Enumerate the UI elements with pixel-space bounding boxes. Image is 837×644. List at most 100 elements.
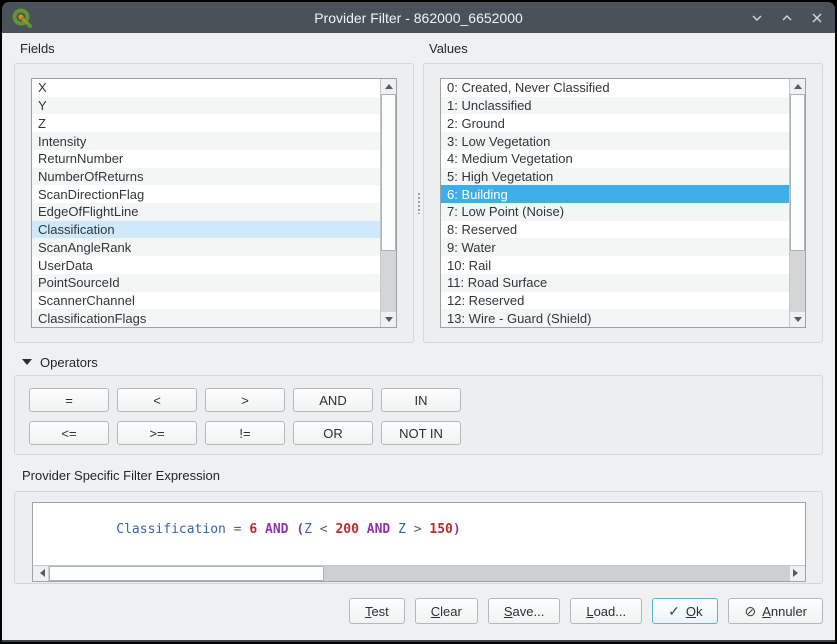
code-token: 200 [335,522,358,537]
fields-label: Fields [20,41,414,59]
splitter-handle[interactable] [414,63,423,343]
maximize-button[interactable] [777,8,797,28]
value-list-item[interactable]: 10: Rail [441,256,790,274]
value-list-item[interactable]: 5: High Vegetation [441,168,790,186]
values-label: Values [429,41,823,59]
values-scrollbar[interactable] [789,79,805,327]
code-token: 150 [429,522,452,537]
code-token: AND [367,522,390,537]
operator-button[interactable]: >= [117,421,197,445]
scrollbar-track[interactable] [790,94,805,312]
operator-button[interactable]: AND [293,388,373,412]
field-list-item[interactable]: Z [32,114,381,132]
field-list-item[interactable]: Y [32,97,381,115]
minimize-button[interactable] [747,8,767,28]
filter-expression-editor[interactable]: Classification = 6 AND (Z < 200 AND Z > … [32,502,806,582]
code-token: 6 [249,522,257,537]
scrollbar-track[interactable] [48,566,790,581]
value-list-item[interactable]: 2: Ground [441,114,790,132]
operator-button[interactable]: > [205,388,285,412]
editor-hscrollbar[interactable] [33,565,805,581]
fields-scrollbar[interactable] [380,79,396,327]
scrollbar-thumb[interactable] [381,94,396,251]
field-list-item[interactable]: ClassificationFlags [32,309,381,327]
clear-button[interactable]: Clear [415,598,478,624]
load-button[interactable]: Load... [570,598,642,624]
field-list-item[interactable]: ReturnNumber [32,150,381,168]
cancel-button[interactable]: ⊘ Annuler [728,598,823,624]
field-list-item[interactable]: X [32,79,381,97]
field-list-item[interactable]: ScannerChannel [32,292,381,310]
scroll-down-button[interactable] [381,312,396,327]
check-icon: ✓ [668,604,680,618]
scroll-right-button[interactable] [790,566,805,580]
value-list-item[interactable]: 12: Reserved [441,292,790,310]
values-list: 0: Created, Never Classified1: Unclassif… [440,78,806,328]
qgis-logo-icon [10,6,34,30]
value-list-item[interactable]: 13: Wire - Guard (Shield) [441,309,790,327]
arrow-up-icon [385,84,393,89]
field-list-item[interactable]: Classification [32,221,381,239]
dialog-body: Fields XYZIntensityReturnNumberNumberOfR… [2,33,835,642]
test-button[interactable]: Test [349,598,405,624]
expression-frame: Classification = 6 AND (Z < 200 AND Z > … [14,491,823,584]
expression-label: Provider Specific Filter Expression [22,468,272,486]
operator-button[interactable]: OR [293,421,373,445]
fields-groupbox: XYZIntensityReturnNumberNumberOfReturnsS… [14,63,414,343]
value-list-item[interactable]: 9: Water [441,238,790,256]
field-list-item[interactable]: NumberOfReturns [32,168,381,186]
scrollbar-thumb[interactable] [790,94,805,251]
operators-frame: = < > AND IN <= >= != OR NOT IN [14,375,823,455]
save-button[interactable]: Save... [488,598,560,624]
close-button[interactable] [807,8,827,28]
window-title: Provider Filter - 862000_6652000 [2,10,835,26]
code-token: Z [304,522,312,537]
code-token: ) [453,522,461,537]
fields-list: XYZIntensityReturnNumberNumberOfReturnsS… [31,78,397,328]
scroll-down-button[interactable] [790,312,805,327]
values-groupbox: 0: Created, Never Classified1: Unclassif… [423,63,823,343]
value-list-item[interactable]: 6: Building [441,185,790,203]
code-token: = [226,522,249,537]
arrow-up-icon [794,84,802,89]
scroll-left-button[interactable] [33,566,48,580]
field-list-item[interactable]: EdgeOfFlightLine [32,203,381,221]
ok-button[interactable]: ✓ Ok [652,598,718,624]
code-token: > [406,522,429,537]
scrollbar-track[interactable] [381,94,396,312]
arrow-left-icon [36,569,45,577]
scrollbar-thumb[interactable] [49,566,324,581]
expression-code-line: Classification = 6 AND (Z < 200 AND Z > … [33,503,805,565]
scroll-up-button[interactable] [381,79,396,94]
code-token [257,522,265,537]
operator-button[interactable]: < [117,388,197,412]
code-token: AND [265,522,288,537]
value-list-item[interactable]: 8: Reserved [441,221,790,239]
arrow-down-icon [794,317,802,322]
field-list-item[interactable]: UserData [32,256,381,274]
value-list-item[interactable]: 4: Medium Vegetation [441,150,790,168]
field-list-item[interactable]: ScanDirectionFlag [32,185,381,203]
field-list-item[interactable]: PointSourceId [32,274,381,292]
operator-button[interactable]: <= [29,421,109,445]
collapse-arrow-icon[interactable] [22,359,32,365]
titlebar[interactable]: Provider Filter - 862000_6652000 [2,2,835,33]
value-list-item[interactable]: 7: Low Point (Noise) [441,203,790,221]
value-list-item[interactable]: 1: Unclassified [441,97,790,115]
value-list-item[interactable]: 3: Low Vegetation [441,132,790,150]
operator-button[interactable]: IN [381,388,461,412]
field-list-item[interactable]: ScanAngleRank [32,238,381,256]
operator-button[interactable]: NOT IN [381,421,461,445]
splitter-dots-icon [418,192,420,214]
code-token [390,522,398,537]
arrow-down-icon [385,317,393,322]
code-token: < [312,522,335,537]
operator-button[interactable]: = [29,388,109,412]
value-list-item[interactable]: 0: Created, Never Classified [441,79,790,97]
field-list-item[interactable]: Intensity [32,132,381,150]
operators-label: Operators [40,355,98,370]
operator-button[interactable]: != [205,421,285,445]
scroll-up-button[interactable] [790,79,805,94]
cancel-icon: ⊘ [744,604,756,618]
value-list-item[interactable]: 11: Road Surface [441,274,790,292]
